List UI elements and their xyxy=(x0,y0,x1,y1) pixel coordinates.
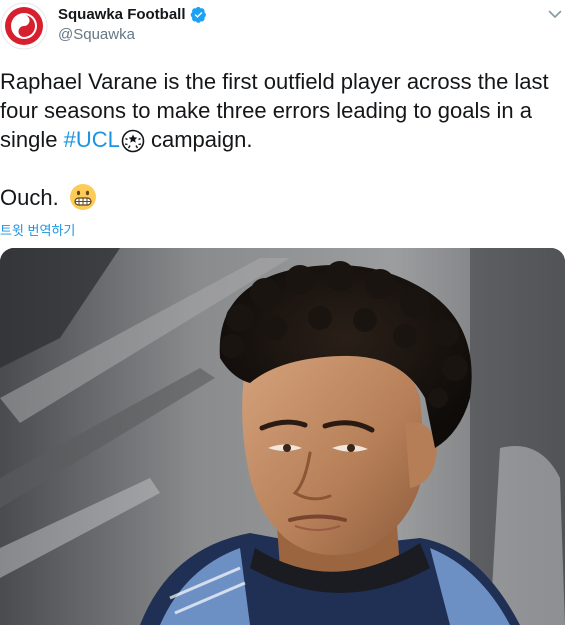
verified-badge-icon xyxy=(190,6,206,23)
tweet-line-5: Ouch. xyxy=(0,183,565,212)
tweet-line-2: four seasons to make three errors leadin… xyxy=(0,98,532,123)
tweet-line-3-suffix: campaign. xyxy=(144,127,253,152)
tweet-text: Raphael Varane is the first outfield pla… xyxy=(0,67,565,212)
tweet-line-3-prefix: single xyxy=(0,127,64,152)
hashtag-link[interactable]: #UCL xyxy=(64,127,120,152)
tweet-line-3: single #UCL campaign. xyxy=(0,125,565,154)
player-photo xyxy=(0,248,565,625)
author-handle[interactable]: @Squawka xyxy=(58,26,135,43)
chevron-down-icon[interactable] xyxy=(547,6,563,22)
grimacing-face-icon xyxy=(69,184,96,211)
tweet-media-photo[interactable] xyxy=(0,248,565,625)
tweet-line-1: Raphael Varane is the first outfield pla… xyxy=(0,69,549,94)
author-name-row: Squawka Football xyxy=(58,6,207,23)
author-display-name[interactable]: Squawka Football xyxy=(58,6,186,23)
squawka-logo-icon[interactable] xyxy=(0,2,48,50)
translate-tweet-link[interactable]: 트윗 번역하기 xyxy=(0,220,75,239)
champions-league-ball-icon xyxy=(121,129,145,153)
tweet-header: Squawka Football @Squawka xyxy=(0,0,565,56)
ouch-text: Ouch. xyxy=(0,185,59,210)
